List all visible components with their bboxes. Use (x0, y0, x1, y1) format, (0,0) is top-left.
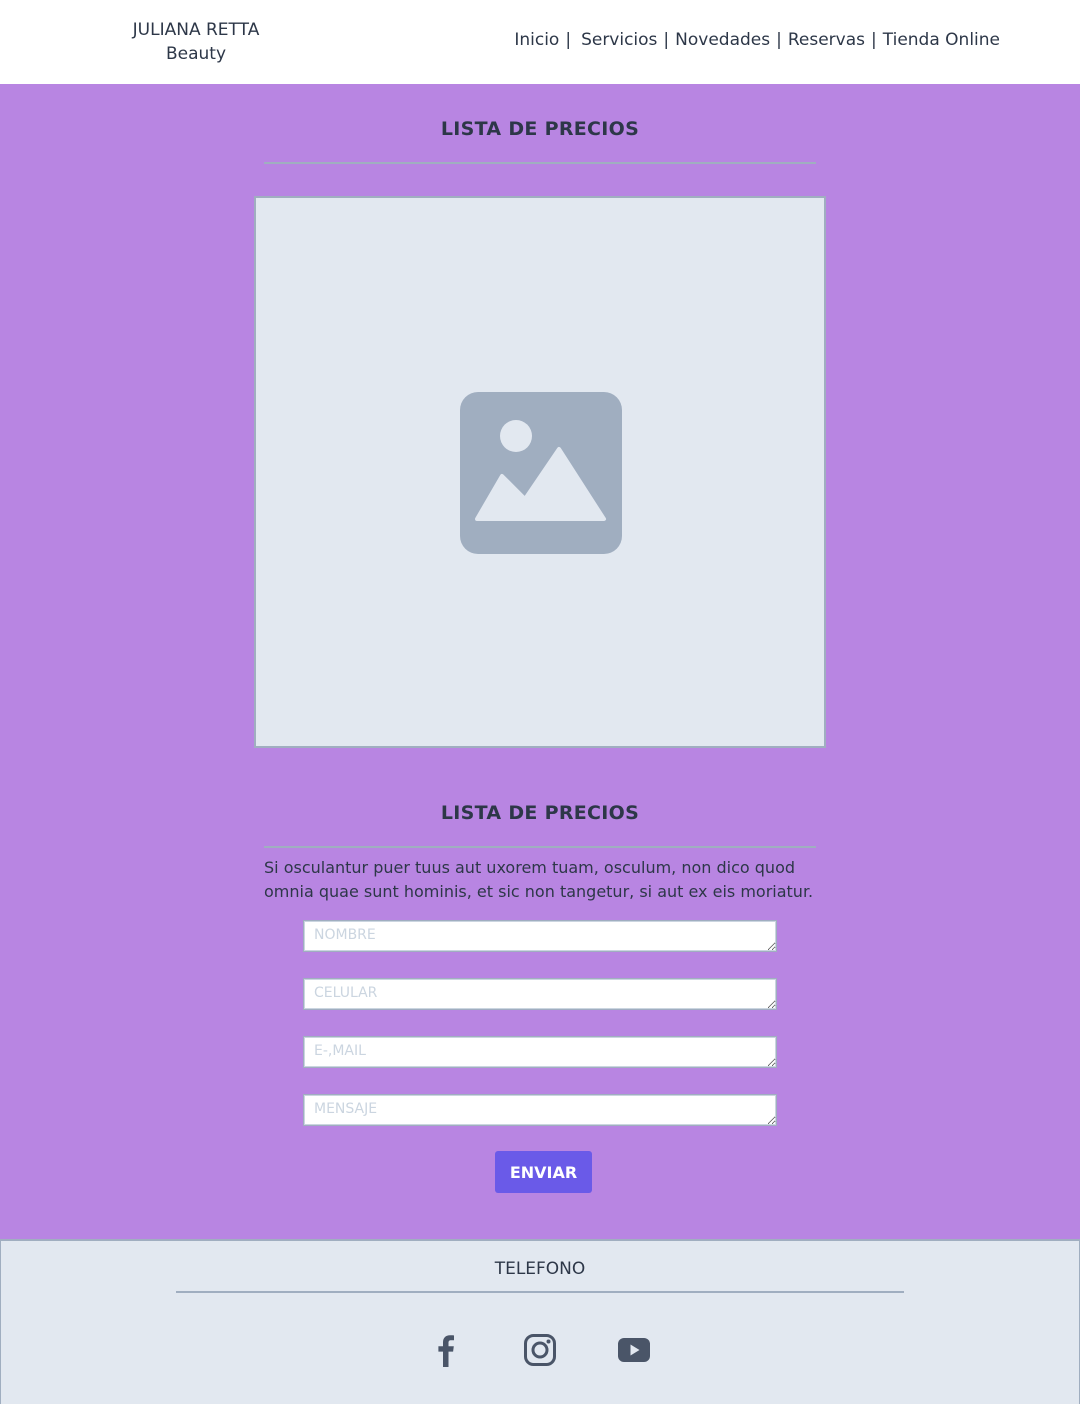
footer-phone-title: TELEFONO (494, 1259, 586, 1279)
nav-link-tienda-online[interactable]: Tienda Online (883, 30, 1000, 50)
nav-link-reservas[interactable]: Reservas (788, 30, 865, 50)
footer-divider (176, 1291, 904, 1293)
main-content: LISTA DE PRECIOS LISTA DE PRECIOS Si osc… (0, 84, 1080, 1240)
instagram-icon[interactable] (523, 1333, 557, 1367)
brand-logo[interactable]: JULIANA RETTA Beauty (116, 18, 276, 66)
brand-tagline: Beauty (165, 44, 227, 64)
nav-separator: | (663, 30, 670, 50)
title-divider (264, 162, 816, 164)
nav-link-servicios[interactable]: Servicios (581, 30, 657, 50)
brand-name: JULIANA RETTA (132, 20, 260, 40)
facebook-icon[interactable] (429, 1333, 463, 1367)
image-placeholder-icon (460, 392, 622, 554)
title-divider (264, 846, 816, 848)
site-header: JULIANA RETTA Beauty Inicio | Servicios … (0, 0, 1080, 84)
nav-separator: | (776, 30, 782, 50)
contact-title: LISTA DE PRECIOS (440, 802, 640, 824)
price-list-image (254, 196, 826, 748)
email-field[interactable] (303, 1036, 777, 1068)
site-footer: TELEFONO (0, 1239, 1080, 1404)
contact-description: Si osculantur puer tuus aut uxorem tuam,… (264, 858, 814, 901)
message-field[interactable] (303, 1094, 777, 1126)
nav-separator: | (871, 30, 877, 50)
youtube-icon[interactable] (617, 1333, 651, 1367)
nav-separator: | (565, 30, 572, 50)
nav-link-inicio[interactable]: Inicio (514, 30, 559, 50)
nav-link-novedades[interactable]: Novedades (675, 30, 770, 50)
price-list-title: LISTA DE PRECIOS (440, 118, 640, 140)
main-nav: Inicio | Servicios | Novedades | Reserva… (514, 30, 1000, 50)
phone-field[interactable] (303, 978, 777, 1010)
submit-button[interactable]: ENVIAR (495, 1151, 592, 1193)
name-field[interactable] (303, 920, 777, 952)
